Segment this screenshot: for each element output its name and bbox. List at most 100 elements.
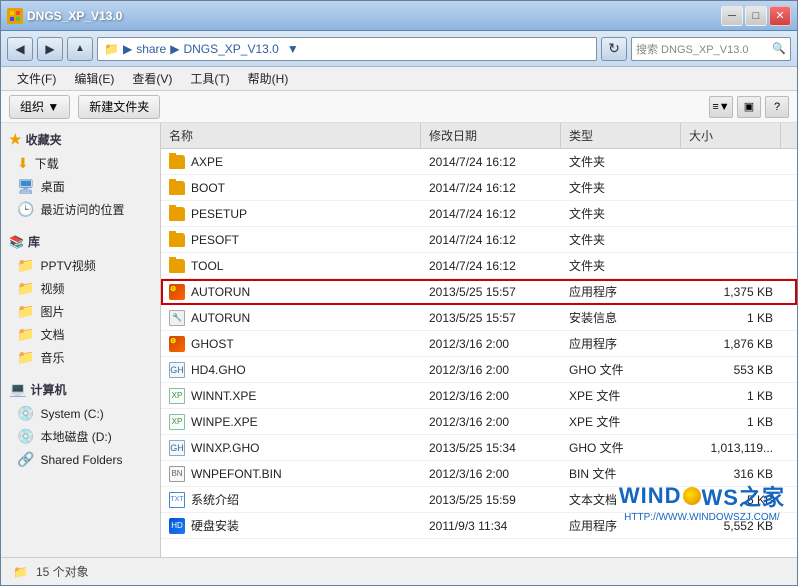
sidebar-item-drive-d[interactable]: 💿 本地磁盘 (D:) [1, 425, 160, 448]
file-list-container: 名称 修改日期 类型 大小 AXPE 2014/7/24 16:12 文件夹 B… [161, 123, 797, 557]
file-name-cell: ⚙ AUTORUN [161, 282, 421, 302]
table-row[interactable]: TXT 系统介绍 2013/5/25 15:59 文本文档 5 KB [161, 487, 797, 513]
file-date: 2013/5/25 15:57 [421, 309, 561, 327]
sidebar-computer-header[interactable]: 💻 计算机 [1, 377, 160, 402]
refresh-button[interactable]: ↻ [601, 37, 627, 61]
window-icon [7, 8, 23, 24]
table-row[interactable]: HD 硬盘安装 2011/9/3 11:34 应用程序 5,552 KB [161, 513, 797, 539]
sidebar-item-shared-folders[interactable]: 🔗 Shared Folders [1, 448, 160, 471]
table-row[interactable]: BN WNPEFONT.BIN 2012/3/16 2:00 BIN 文件 31… [161, 461, 797, 487]
sidebar-section-computer: 💻 计算机 💿 System (C:) 💿 本地磁盘 (D:) 🔗 Shared… [1, 377, 160, 471]
file-size: 1,013,119... [681, 439, 781, 457]
file-name-cell: BN WNPEFONT.BIN [161, 464, 421, 484]
breadcrumb-bar[interactable]: 📁 ▶ share ▶ DNGS_XP_V13.0 ▼ [97, 37, 597, 61]
menu-bar: 文件(F) 编辑(E) 查看(V) 工具(T) 帮助(H) [1, 67, 797, 91]
sidebar-item-downloads[interactable]: ⬇ 下载 [1, 152, 160, 175]
up-button[interactable]: ▲ [67, 37, 93, 61]
organize-button[interactable]: 组织 ▼ [9, 95, 70, 119]
forward-button[interactable]: ▶ [37, 37, 63, 61]
sidebar-item-documents[interactable]: 📁 文档 [1, 323, 160, 346]
file-name-cell: XP WINPE.XPE [161, 412, 421, 432]
file-name-cell: TXT 系统介绍 [161, 489, 421, 510]
col-header-type[interactable]: 类型 [561, 123, 681, 148]
sidebar-library-header[interactable]: 📚 库 [1, 229, 160, 254]
sidebar-item-label: 下载 [35, 155, 59, 172]
sidebar-item-pptv[interactable]: 📁 PPTV视频 [1, 254, 160, 277]
table-row[interactable]: GH HD4.GHO 2012/3/16 2:00 GHO 文件 553 KB [161, 357, 797, 383]
breadcrumb-icon: 📁 [104, 42, 119, 56]
file-type: GHO 文件 [561, 437, 681, 458]
clock-icon: 🕒 [17, 201, 34, 218]
col-header-name[interactable]: 名称 [161, 123, 421, 148]
sidebar-item-video[interactable]: 📁 视频 [1, 277, 160, 300]
table-row[interactable]: PESETUP 2014/7/24 16:12 文件夹 [161, 201, 797, 227]
library-icon: 📚 [9, 235, 24, 249]
breadcrumb-share[interactable]: share [136, 42, 166, 56]
file-name: PESOFT [191, 233, 239, 247]
file-name-cell: HD 硬盘安装 [161, 515, 421, 536]
col-header-size[interactable]: 大小 [681, 123, 781, 148]
menu-tools[interactable]: 工具(T) [182, 68, 237, 89]
sidebar-item-pictures[interactable]: 📁 图片 [1, 300, 160, 323]
table-row[interactable]: GH WINXP.GHO 2013/5/25 15:34 GHO 文件 1,01… [161, 435, 797, 461]
breadcrumb-folder[interactable]: DNGS_XP_V13.0 [183, 42, 278, 56]
file-name: 硬盘安装 [191, 517, 239, 534]
file-type: 文件夹 [561, 177, 681, 198]
file-size: 553 KB [681, 361, 781, 379]
file-size: 1,375 KB [681, 283, 781, 301]
sidebar-favorites-header[interactable]: ★ 收藏夹 [1, 127, 160, 152]
table-row[interactable]: ⚙ AUTORUN 2013/5/25 15:57 应用程序 1,375 KB [161, 279, 797, 305]
menu-edit[interactable]: 编辑(E) [66, 68, 122, 89]
breadcrumb-dropdown[interactable]: ▼ [287, 42, 299, 56]
file-name: TOOL [191, 259, 223, 273]
sidebar-item-label: PPTV视频 [40, 257, 95, 274]
menu-help[interactable]: 帮助(H) [240, 68, 297, 89]
file-size [681, 238, 781, 242]
file-date: 2014/7/24 16:12 [421, 153, 561, 171]
file-name-cell: PESOFT [161, 231, 421, 249]
file-type: XPE 文件 [561, 411, 681, 432]
file-size [681, 186, 781, 190]
table-row[interactable]: PESOFT 2014/7/24 16:12 文件夹 [161, 227, 797, 253]
new-folder-button[interactable]: 新建文件夹 [78, 95, 160, 119]
menu-file[interactable]: 文件(F) [9, 68, 64, 89]
table-row[interactable]: XP WINPE.XPE 2012/3/16 2:00 XPE 文件 1 KB [161, 409, 797, 435]
help-button[interactable]: ? [765, 96, 789, 118]
sidebar-computer-label: 计算机 [30, 381, 66, 398]
table-row[interactable]: BOOT 2014/7/24 16:12 文件夹 [161, 175, 797, 201]
star-icon: ★ [9, 131, 22, 148]
sidebar-item-recent[interactable]: 🕒 最近访问的位置 [1, 198, 160, 221]
close-button[interactable]: ✕ [769, 6, 791, 26]
title-bar-left: DNGS_XP_V13.0 [7, 8, 122, 24]
file-size: 1 KB [681, 309, 781, 327]
panel-button[interactable]: ▣ [737, 96, 761, 118]
sidebar-item-drive-c[interactable]: 💿 System (C:) [1, 402, 160, 425]
sidebar-item-music[interactable]: 📁 音乐 [1, 346, 160, 369]
table-row[interactable]: TOOL 2014/7/24 16:12 文件夹 [161, 253, 797, 279]
table-row[interactable]: ⚙ GHOST 2012/3/16 2:00 应用程序 1,876 KB [161, 331, 797, 357]
file-type: 安装信息 [561, 307, 681, 328]
sidebar-item-label: 视频 [40, 280, 64, 297]
search-icon[interactable]: 🔍 [772, 42, 786, 55]
computer-icon: 💻 [9, 381, 26, 398]
menu-view[interactable]: 查看(V) [124, 68, 180, 89]
maximize-button[interactable]: □ [745, 6, 767, 26]
table-row[interactable]: 🔧 AUTORUN 2013/5/25 15:57 安装信息 1 KB [161, 305, 797, 331]
table-row[interactable]: XP WINNT.XPE 2012/3/16 2:00 XPE 文件 1 KB [161, 383, 797, 409]
search-bar[interactable]: 搜索 DNGS_XP_V13.0 🔍 [631, 37, 791, 61]
back-button[interactable]: ◀ [7, 37, 33, 61]
file-date: 2012/3/16 2:00 [421, 387, 561, 405]
file-type: GHO 文件 [561, 359, 681, 380]
minimize-button[interactable]: ─ [721, 6, 743, 26]
view-dropdown-button[interactable]: ≡▼ [709, 96, 733, 118]
table-row[interactable]: AXPE 2014/7/24 16:12 文件夹 [161, 149, 797, 175]
sidebar-item-label: 音乐 [40, 349, 64, 366]
sidebar-section-library: 📚 库 📁 PPTV视频 📁 视频 📁 图片 📁 文档 [1, 229, 160, 369]
toolbar: 组织 ▼ 新建文件夹 ≡▼ ▣ ? [1, 91, 797, 123]
sidebar-item-desktop[interactable]: 🖥 桌面 [1, 175, 160, 198]
col-header-date[interactable]: 修改日期 [421, 123, 561, 148]
status-count: 15 个对象 [36, 563, 89, 580]
sidebar-item-label: Shared Folders [40, 453, 122, 467]
folder-icon: 📁 [17, 349, 34, 366]
breadcrumb-separator2: ▶ [170, 42, 179, 56]
